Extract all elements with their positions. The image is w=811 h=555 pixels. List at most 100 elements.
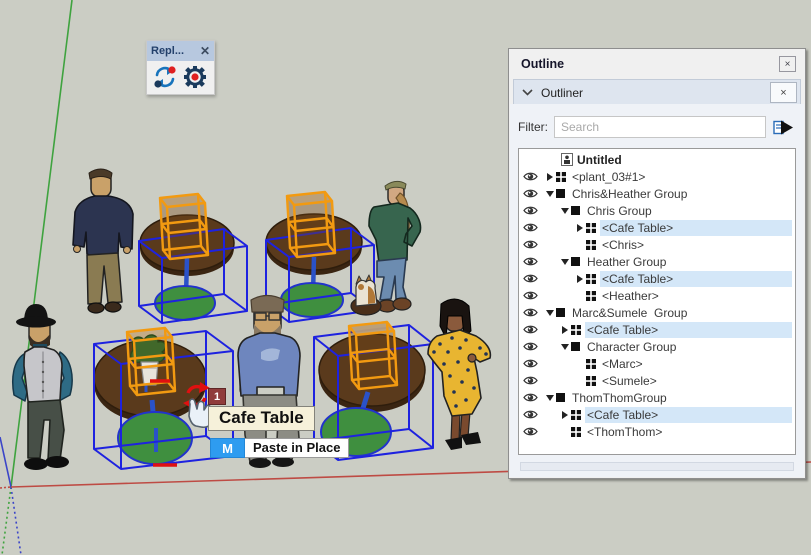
figure-woman-yellow-dress[interactable] xyxy=(428,299,490,450)
figure-woman-green[interactable] xyxy=(369,181,421,312)
cafe-table[interactable] xyxy=(139,194,247,323)
eye-icon[interactable] xyxy=(523,171,538,182)
tree-row[interactable]: Chris Group xyxy=(519,202,795,219)
tree-row[interactable]: Character Group xyxy=(519,338,795,355)
section-close-button[interactable]: × xyxy=(770,82,797,103)
tree-row[interactable]: <Cafe Table> xyxy=(519,321,795,338)
panel-titlebar[interactable]: Outline × xyxy=(509,49,805,79)
eye-icon[interactable] xyxy=(523,324,538,335)
component-icon xyxy=(571,427,581,437)
eye-icon[interactable] xyxy=(523,222,538,233)
expand-arrow[interactable] xyxy=(545,389,556,406)
tree-row[interactable]: <Marc> xyxy=(519,355,795,372)
tree-item-label: <Heather> xyxy=(600,288,792,304)
tree-item-label: Character Group xyxy=(585,339,792,355)
tree-row[interactable]: <Sumele> xyxy=(519,372,795,389)
horizontal-scrollbar[interactable] xyxy=(520,462,794,471)
tree-item-label: Heather Group xyxy=(585,254,792,270)
group-icon xyxy=(556,308,565,317)
expand-arrow[interactable] xyxy=(560,202,571,219)
tree-item-label: <Cafe Table> xyxy=(585,407,792,423)
eye-icon[interactable] xyxy=(523,290,538,301)
figure-man-polo[interactable] xyxy=(73,169,133,313)
details-arrow-icon xyxy=(773,119,795,136)
tree-row[interactable]: Chris&Heather Group xyxy=(519,185,795,202)
eye-icon[interactable] xyxy=(523,375,538,386)
panel-title: Outline xyxy=(521,57,564,71)
expand-arrow[interactable] xyxy=(560,253,571,270)
group-icon xyxy=(571,342,580,351)
section-title: Outliner xyxy=(541,86,770,100)
cat[interactable] xyxy=(351,275,381,315)
eye-icon[interactable] xyxy=(523,256,538,267)
expand-arrow[interactable] xyxy=(560,406,571,423)
eye-icon[interactable] xyxy=(523,273,538,284)
tree-row[interactable]: <Cafe Table> xyxy=(519,270,795,287)
expand-arrow xyxy=(575,236,586,253)
tree-item-label: <Marc> xyxy=(600,356,792,372)
blue-axis xyxy=(0,437,11,487)
eye-icon[interactable] xyxy=(523,205,538,216)
key-badge: M xyxy=(210,438,245,458)
tree-row[interactable]: Marc&Sumele Group xyxy=(519,304,795,321)
eye-icon[interactable] xyxy=(523,307,538,318)
eye-icon[interactable] xyxy=(523,358,538,369)
eye-icon[interactable] xyxy=(523,392,538,403)
tree-row[interactable]: <Cafe Table> xyxy=(519,406,795,423)
component-icon xyxy=(586,240,596,250)
expand-arrow[interactable] xyxy=(545,168,556,185)
component-icon xyxy=(586,359,596,369)
component-icon xyxy=(586,274,596,284)
group-icon xyxy=(571,206,580,215)
component-icon xyxy=(571,410,581,420)
group-icon xyxy=(571,257,580,266)
tree-item-label: <Cafe Table> xyxy=(600,220,792,236)
figure-man-bowler[interactable] xyxy=(13,304,72,470)
tree-item-label: Chris Group xyxy=(585,203,792,219)
expand-arrow xyxy=(550,151,561,168)
expand-arrow[interactable] xyxy=(560,321,571,338)
shortcut-hint: M Paste in Place xyxy=(210,438,349,458)
tree-item-label: <plant_03#1> xyxy=(570,169,792,185)
replace-swap-button[interactable] xyxy=(151,64,178,90)
component-name-tooltip: Cafe Table xyxy=(208,406,315,431)
tree-row[interactable]: <Cafe Table> xyxy=(519,219,795,236)
eye-icon[interactable] xyxy=(523,409,538,420)
tree-row[interactable]: <Chris> xyxy=(519,236,795,253)
expand-arrow xyxy=(575,287,586,304)
tree-row[interactable]: <plant_03#1> xyxy=(519,168,795,185)
expand-arrow[interactable] xyxy=(575,219,586,236)
outliner-section-header[interactable]: Outliner × xyxy=(513,79,801,106)
tree-row[interactable]: <Heather> xyxy=(519,287,795,304)
replace-options-button[interactable] xyxy=(181,64,208,90)
expand-arrow[interactable] xyxy=(560,338,571,355)
tree-item-label: Marc&Sumele Group xyxy=(570,305,792,321)
tree-item-label: <Sumele> xyxy=(600,373,792,389)
details-button[interactable] xyxy=(772,118,796,136)
replace-toolbar-titlebar[interactable]: Repl... ✕ xyxy=(147,41,214,61)
search-input[interactable] xyxy=(554,116,766,138)
group-icon xyxy=(556,393,565,402)
expand-arrow[interactable] xyxy=(545,185,556,202)
tree-item-label: Untitled xyxy=(575,152,792,168)
chevron-down-icon[interactable] xyxy=(522,89,533,96)
expand-arrow[interactable] xyxy=(575,270,586,287)
tree-row[interactable]: ThomThomGroup xyxy=(519,389,795,406)
eye-icon[interactable] xyxy=(523,341,538,352)
replace-toolbar-window: Repl... ✕ xyxy=(146,40,215,95)
tree-item-label: ThomThomGroup xyxy=(570,390,792,406)
close-icon[interactable]: × xyxy=(779,56,796,72)
eye-icon[interactable] xyxy=(523,239,538,250)
replace-toolbar-title: Repl... xyxy=(151,45,184,57)
tree-row[interactable]: <ThomThom> xyxy=(519,423,795,440)
replacement-preview-box xyxy=(287,192,335,257)
tree-row[interactable]: Untitled xyxy=(519,151,795,168)
eye-icon[interactable] xyxy=(523,426,538,437)
outliner-tree: Untitled<plant_03#1>Chris&Heather GroupC… xyxy=(518,148,796,455)
model-icon xyxy=(561,153,573,166)
eye-icon[interactable] xyxy=(523,188,538,199)
tree-row[interactable]: Heather Group xyxy=(519,253,795,270)
expand-arrow[interactable] xyxy=(545,304,556,321)
red-axis-dotted xyxy=(0,487,11,488)
close-icon[interactable]: ✕ xyxy=(200,45,210,57)
